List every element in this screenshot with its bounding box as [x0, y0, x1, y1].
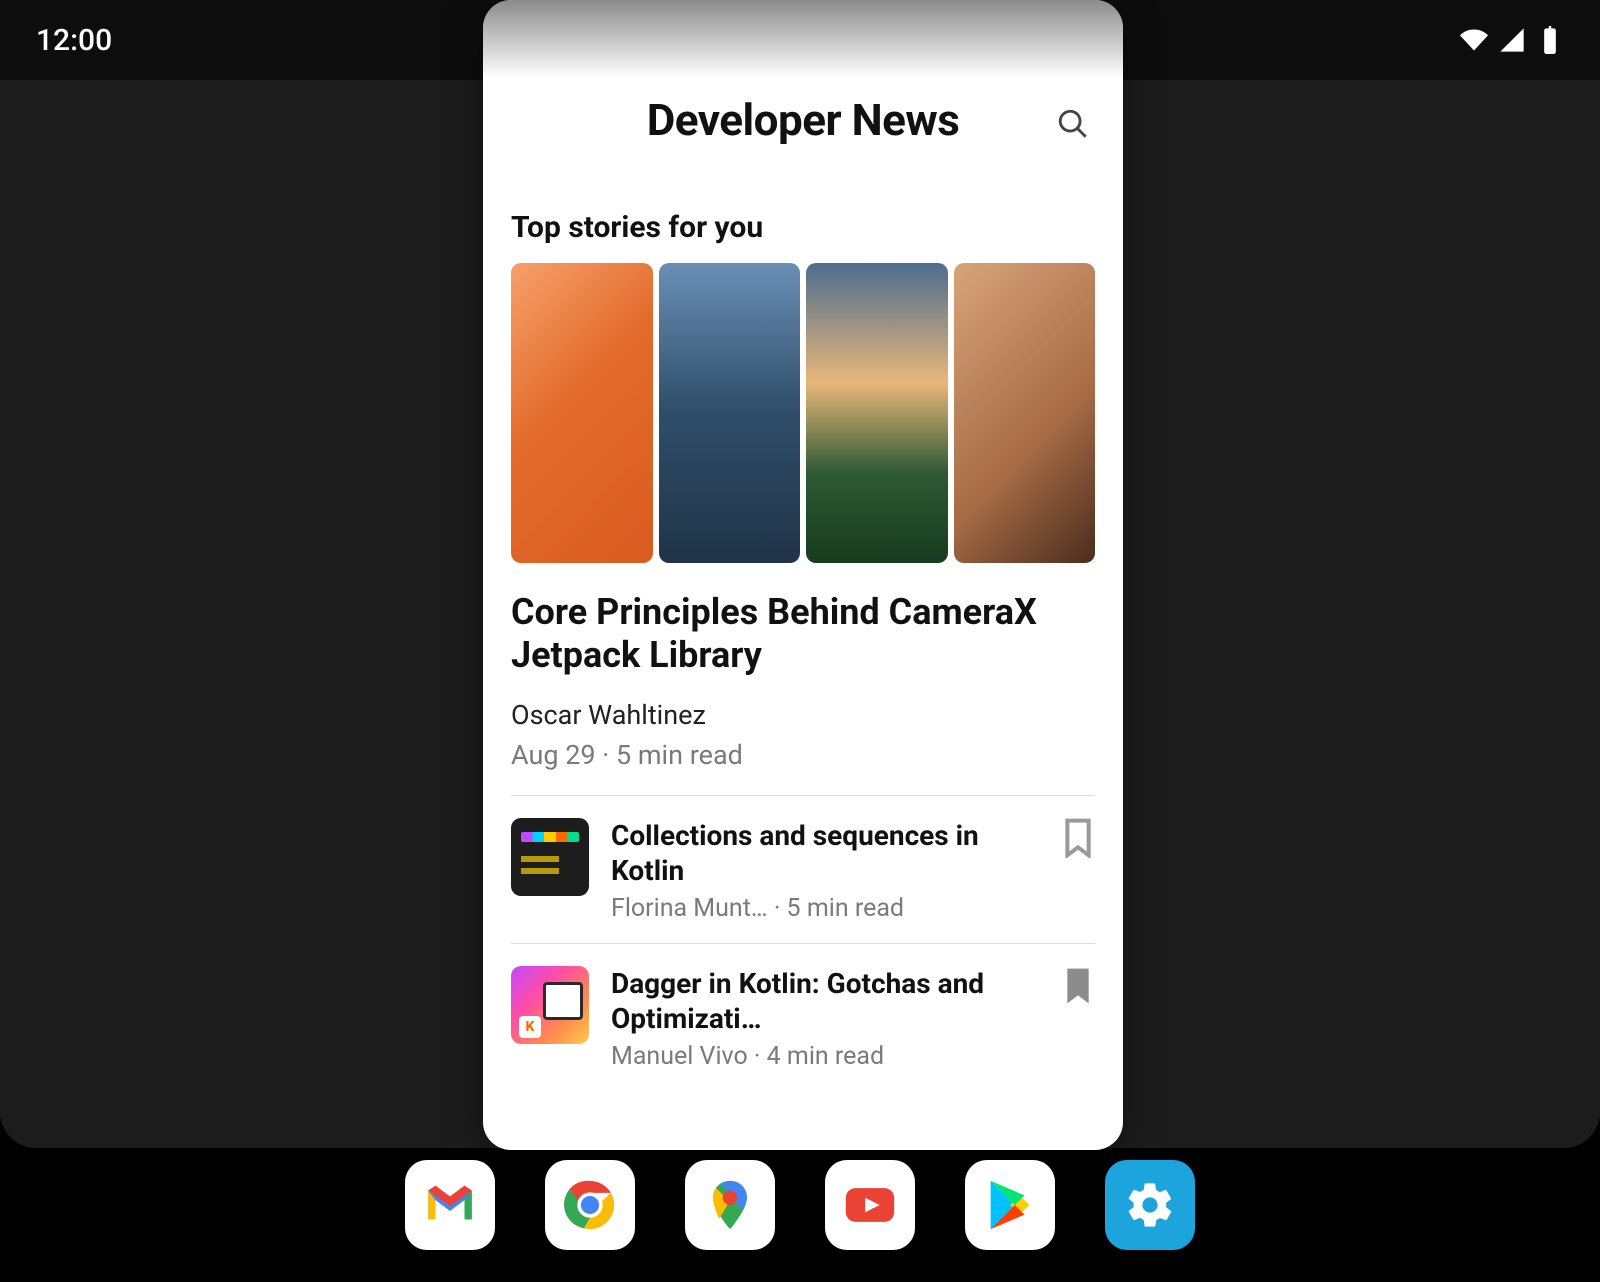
story-subtitle: Florina Munt… · 5 min read [611, 894, 1039, 923]
dock [0, 1152, 1600, 1282]
section-title: Top stories for you [483, 180, 1123, 263]
story-subtitle: Manuel Vivo · 4 min read [611, 1042, 1039, 1071]
story-thumb [511, 818, 589, 896]
app-card[interactable]: Developer News Top stories for you Core … [483, 0, 1123, 1150]
hero-tile [954, 263, 1096, 563]
hero-tile [806, 263, 948, 563]
story-list-item[interactable]: Collections and sequences in Kotlin Flor… [483, 796, 1123, 943]
play-store-icon[interactable] [965, 1160, 1055, 1250]
bookmark-button[interactable] [1061, 966, 1095, 1006]
story-title: Collections and sequences in Kotlin [611, 818, 1039, 888]
story-title: Dagger in Kotlin: Gotchas and Optimizati… [611, 966, 1039, 1036]
status-icons [1460, 26, 1564, 54]
app-title: Developer News [507, 94, 1099, 146]
youtube-icon[interactable] [825, 1160, 915, 1250]
hero-article-title[interactable]: Core Principles Behind CameraX Jetpack L… [483, 563, 1123, 681]
maps-icon[interactable] [685, 1160, 775, 1250]
search-button[interactable] [1053, 104, 1093, 144]
cell-signal-icon [1498, 26, 1526, 54]
chrome-icon[interactable] [545, 1160, 635, 1250]
battery-icon [1536, 26, 1564, 54]
search-icon [1056, 107, 1090, 141]
bookmark-outline-icon [1061, 818, 1095, 858]
story-list-item[interactable]: Dagger in Kotlin: Gotchas and Optimizati… [483, 944, 1123, 1091]
hero-article-meta: Aug 29 · 5 min read [483, 731, 1123, 795]
bookmark-button[interactable] [1061, 818, 1095, 858]
hero-tile [659, 263, 801, 563]
settings-icon[interactable] [1105, 1160, 1195, 1250]
wifi-icon [1460, 26, 1488, 54]
story-thumb [511, 966, 589, 1044]
gmail-icon[interactable] [405, 1160, 495, 1250]
status-time: 12:00 [36, 23, 112, 58]
hero-image-row[interactable] [483, 263, 1123, 563]
hero-tile [511, 263, 653, 563]
bookmark-filled-icon [1061, 966, 1095, 1006]
hero-article-author: Oscar Wahltinez [483, 681, 1123, 731]
